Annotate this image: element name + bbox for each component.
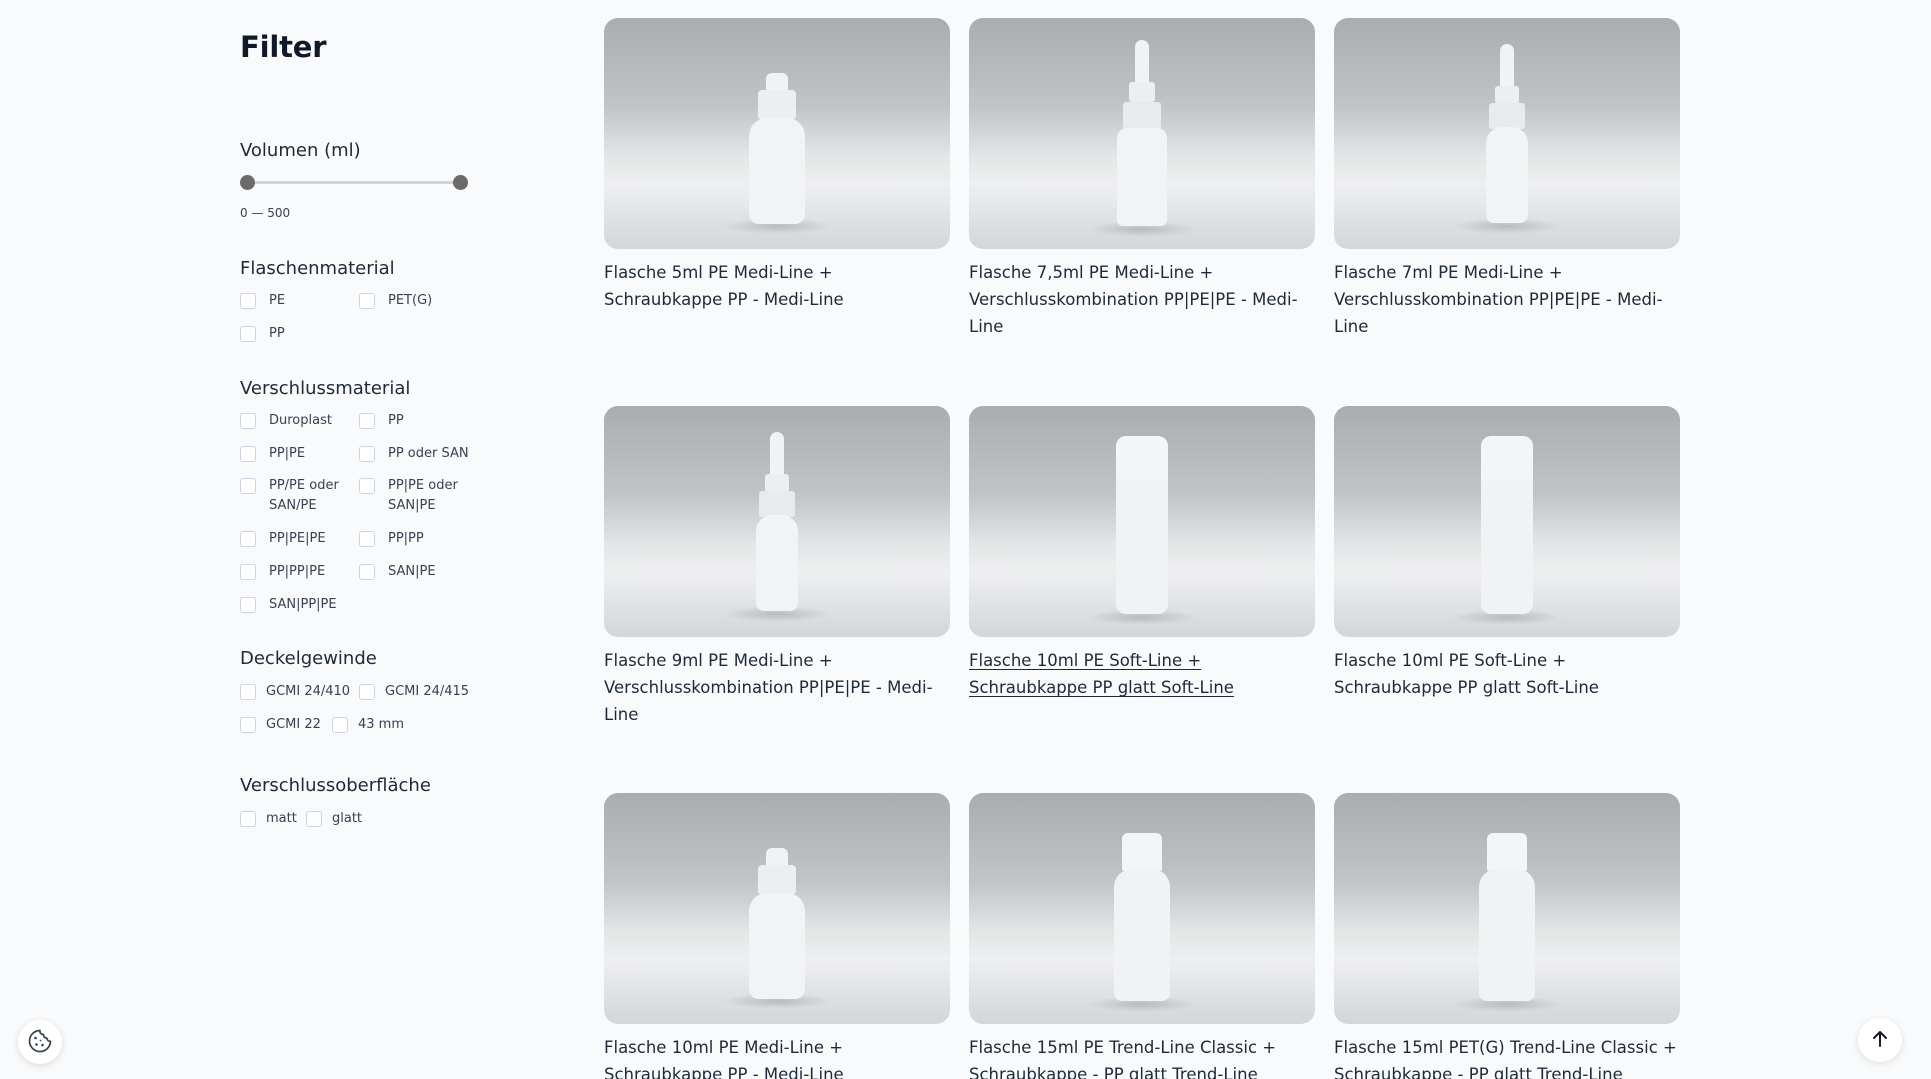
checkbox[interactable] bbox=[359, 564, 375, 580]
checkbox[interactable] bbox=[359, 413, 375, 429]
checkbox[interactable] bbox=[359, 684, 375, 700]
closure-surface-option[interactable]: glatt bbox=[306, 809, 362, 829]
checkbox[interactable] bbox=[359, 446, 375, 462]
volume-slider-track[interactable] bbox=[248, 181, 460, 184]
arrow-up-icon bbox=[1870, 1029, 1890, 1052]
closure-material-option[interactable]: SAN|PP|PE bbox=[240, 595, 337, 615]
lid-thread-option[interactable]: GCMI 24/415 bbox=[359, 682, 469, 702]
volume-slider-min-handle[interactable] bbox=[240, 175, 255, 190]
product-card[interactable]: Flasche 10ml PE Soft-Line + Schraubkappe… bbox=[1334, 406, 1680, 701]
product-title[interactable]: Flasche 15ml PET(G) Trend-Line Classic +… bbox=[1334, 1034, 1680, 1079]
product-card[interactable]: Flasche 5ml PE Medi-Line + Schraubkappe … bbox=[604, 18, 950, 313]
product-title[interactable]: Flasche 7,5ml PE Medi-Line + Verschlussk… bbox=[969, 259, 1315, 340]
closure-material-title: Verschlussmaterial bbox=[240, 378, 411, 399]
closure-surface-title: Verschlussoberfläche bbox=[240, 775, 431, 796]
closure-material-option[interactable]: PP oder SAN bbox=[359, 444, 469, 464]
volume-slider-max-handle[interactable] bbox=[453, 175, 468, 190]
lid-thread-option[interactable]: GCMI 22 bbox=[240, 715, 321, 735]
checkbox[interactable] bbox=[240, 326, 256, 342]
bottle-material-option[interactable]: PP bbox=[240, 324, 285, 344]
product-listing-page: Filter Volumen (ml) 0 — 500 Flaschenmate… bbox=[0, 0, 1931, 1079]
product-title[interactable]: Flasche 10ml PE Soft-Line + Schraubkappe… bbox=[969, 647, 1315, 701]
product-image[interactable] bbox=[1334, 793, 1680, 1024]
checkbox[interactable] bbox=[359, 478, 375, 494]
bottle-material-title: Flaschenmaterial bbox=[240, 258, 395, 279]
checkbox[interactable] bbox=[240, 684, 256, 700]
product-image[interactable] bbox=[1334, 18, 1680, 249]
product-title[interactable]: Flasche 10ml PE Medi-Line + Schraubkappe… bbox=[604, 1034, 950, 1079]
cookie-icon bbox=[27, 1028, 53, 1057]
checkbox[interactable] bbox=[240, 478, 256, 494]
filter-title: Filter bbox=[240, 30, 327, 64]
product-card[interactable]: Flasche 10ml PE Soft-Line + Schraubkappe… bbox=[969, 406, 1315, 701]
volume-range-text: 0 — 500 bbox=[240, 206, 291, 220]
checkbox[interactable] bbox=[240, 413, 256, 429]
product-title[interactable]: Flasche 7ml PE Medi-Line + Verschlusskom… bbox=[1334, 259, 1680, 340]
checkbox[interactable] bbox=[240, 597, 256, 613]
product-image[interactable] bbox=[604, 793, 950, 1024]
checkbox[interactable] bbox=[240, 811, 256, 827]
checkbox[interactable] bbox=[359, 531, 375, 547]
closure-material-option[interactable]: SAN|PE bbox=[359, 562, 436, 582]
product-image[interactable] bbox=[1334, 406, 1680, 637]
checkbox[interactable] bbox=[240, 293, 256, 309]
closure-material-option[interactable]: PP|PE|PE bbox=[240, 529, 326, 549]
checkbox[interactable] bbox=[240, 717, 256, 733]
checkbox[interactable] bbox=[240, 531, 256, 547]
product-card[interactable]: Flasche 9ml PE Medi-Line + Verschlusskom… bbox=[604, 406, 950, 728]
lid-thread-option[interactable]: 43 mm bbox=[332, 715, 404, 735]
product-image[interactable] bbox=[969, 406, 1315, 637]
product-title[interactable]: Flasche 9ml PE Medi-Line + Verschlusskom… bbox=[604, 647, 950, 728]
volume-filter-title: Volumen (ml) bbox=[240, 140, 361, 161]
lid-thread-option[interactable]: GCMI 24/410 bbox=[240, 682, 350, 702]
product-title[interactable]: Flasche 15ml PE Trend-Line Classic + Sch… bbox=[969, 1034, 1315, 1079]
closure-material-option[interactable]: PP|PE oder SAN|PE bbox=[359, 476, 458, 516]
bottle-material-option[interactable]: PE bbox=[240, 291, 285, 311]
product-image[interactable] bbox=[604, 18, 950, 249]
closure-material-option[interactable]: PP|PE bbox=[240, 444, 305, 464]
cookie-settings-button[interactable] bbox=[18, 1020, 62, 1064]
product-card[interactable]: Flasche 15ml PET(G) Trend-Line Classic +… bbox=[1334, 793, 1680, 1079]
product-card[interactable]: Flasche 7,5ml PE Medi-Line + Verschlussk… bbox=[969, 18, 1315, 340]
closure-surface-option[interactable]: matt bbox=[240, 809, 297, 829]
checkbox[interactable] bbox=[240, 564, 256, 580]
checkbox[interactable] bbox=[332, 717, 348, 733]
product-card[interactable]: Flasche 15ml PE Trend-Line Classic + Sch… bbox=[969, 793, 1315, 1079]
product-image[interactable] bbox=[969, 793, 1315, 1024]
product-title[interactable]: Flasche 10ml PE Soft-Line + Schraubkappe… bbox=[1334, 647, 1680, 701]
closure-material-option[interactable]: PP|PP|PE bbox=[240, 562, 325, 582]
checkbox[interactable] bbox=[359, 293, 375, 309]
closure-material-option[interactable]: PP|PP bbox=[359, 529, 424, 549]
product-card[interactable]: Flasche 7ml PE Medi-Line + Verschlusskom… bbox=[1334, 18, 1680, 340]
closure-material-option[interactable]: PP bbox=[359, 411, 404, 431]
product-image[interactable] bbox=[969, 18, 1315, 249]
product-title[interactable]: Flasche 5ml PE Medi-Line + Schraubkappe … bbox=[604, 259, 950, 313]
lid-thread-title: Deckelgewinde bbox=[240, 648, 377, 669]
closure-material-option[interactable]: Duroplast bbox=[240, 411, 332, 431]
bottle-material-option[interactable]: PET(G) bbox=[359, 291, 432, 311]
product-card[interactable]: Flasche 10ml PE Medi-Line + Schraubkappe… bbox=[604, 793, 950, 1079]
checkbox[interactable] bbox=[240, 446, 256, 462]
back-to-top-button[interactable] bbox=[1858, 1018, 1902, 1062]
closure-material-option[interactable]: PP/PE oder SAN/PE bbox=[240, 476, 339, 516]
checkbox[interactable] bbox=[306, 811, 322, 827]
product-image[interactable] bbox=[604, 406, 950, 637]
